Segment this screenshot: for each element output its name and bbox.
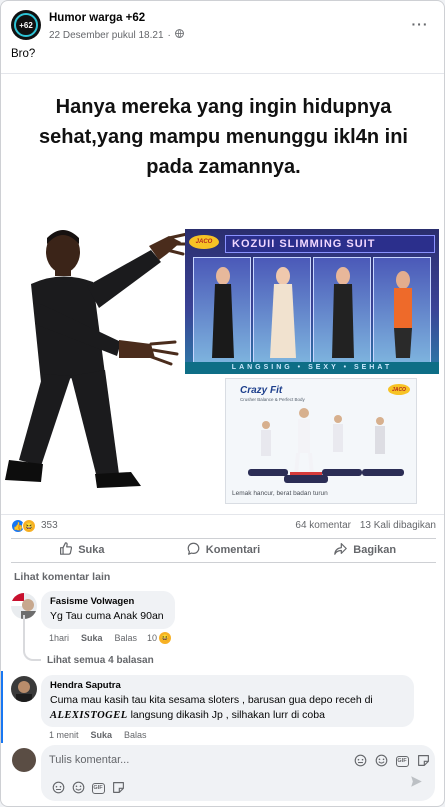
post-header: +62 Humor warga +62 22 Desember pukul 18… (11, 10, 436, 42)
divider (11, 562, 436, 563)
like-button[interactable]: Suka (11, 539, 153, 560)
model-panel (313, 257, 371, 367)
page-avatar[interactable]: +62 (11, 10, 41, 40)
fitness-people-figure (248, 408, 404, 483)
avatar-sticker-icon[interactable] (353, 753, 367, 767)
sticker-icon[interactable] (111, 780, 125, 794)
new-comment-indicator (1, 671, 3, 743)
globe-icon (174, 29, 184, 41)
post-timestamp[interactable]: 22 Desember pukul 18.21 (49, 30, 164, 41)
model-panel (253, 257, 311, 367)
slimming-suit-ad: JACO KOZUII SLIMMING SUIT LANGSING • SEX… (185, 229, 439, 374)
comment-bubble-icon (187, 542, 200, 558)
post-caption: Bro? (11, 48, 36, 60)
user-avatar[interactable] (12, 748, 36, 772)
ad-caption: Lemak hancur, berat badan turun (232, 490, 328, 497)
post-meta: 22 Desember pukul 18.21 · (49, 29, 184, 41)
ad-title: KOZUII SLIMMING SUIT (225, 235, 435, 253)
page-name[interactable]: Humor warga +62 (49, 12, 145, 24)
comment-bubble: Hendra Saputra Cuma mau kasih tau kita s… (41, 675, 414, 727)
more-options-icon[interactable]: ··· (410, 14, 430, 34)
emoji-icon[interactable] (71, 780, 85, 794)
share-count[interactable]: 13 Kali dibagikan (360, 520, 436, 531)
comment-meta: 1hari Suka Balas (49, 633, 137, 643)
view-replies-link[interactable]: Lihat semua 4 balasan (47, 655, 154, 666)
reaction-count[interactable]: 353 (41, 520, 58, 531)
post-actions: Suka Komentari Bagikan (11, 538, 436, 560)
comment-like-link[interactable]: Suka (81, 633, 103, 643)
post-image[interactable]: Hanya mereka yang ingin hidupnya sehat,y… (1, 73, 444, 515)
share-arrow-icon (334, 542, 348, 558)
comment-text: Yg Tau cuma Anak 90an (50, 610, 164, 622)
avatar-badge: +62 (14, 13, 38, 37)
model-panel (193, 257, 251, 367)
comment-count[interactable]: 64 komentar (295, 520, 351, 531)
haha-reaction-icon: 😆 (22, 519, 36, 533)
comment-like-link[interactable]: Suka (91, 730, 113, 740)
avatar[interactable] (11, 676, 37, 702)
comment-time[interactable]: 1hari (49, 633, 69, 643)
ad-tagline: LANGSING • SEXY • SEHAT (185, 362, 439, 374)
post-stats: 👍 😆 353 64 komentar 13 Kali dibagikan (11, 519, 436, 535)
reaction-icons[interactable]: 👍 😆 (11, 519, 36, 533)
post-card: +62 Humor warga +62 22 Desember pukul 18… (0, 0, 445, 807)
meme-title: Hanya mereka yang ingin hidupnya sehat,y… (39, 96, 408, 178)
presenting-man-figure (5, 230, 191, 488)
comment-button[interactable]: Komentari (153, 539, 295, 560)
comment-input[interactable] (49, 752, 319, 768)
share-button[interactable]: Bagikan (294, 539, 436, 560)
comment-reaction-count[interactable]: 10 😆 (147, 632, 172, 644)
comment-meta: 1 menit Suka Balas (49, 730, 147, 740)
comment-reply-link[interactable]: Balas (115, 633, 138, 643)
comment-brand-word: ALEXISTOGEL (50, 710, 128, 721)
gif-icon[interactable]: GIF (91, 781, 105, 795)
reply-thread-line (23, 615, 41, 661)
emoji-icon[interactable] (374, 753, 388, 767)
like-label: Suka (78, 543, 105, 556)
crazy-fit-ad: Crazy Fit Crusher Balance & Perfect Body… (225, 378, 417, 504)
gif-icon[interactable]: GIF (395, 754, 409, 768)
send-icon[interactable] (410, 775, 423, 793)
share-label: Bagikan (353, 543, 397, 556)
ad-brand-logo: JACO (189, 235, 219, 249)
comment-reply-link[interactable]: Balas (124, 730, 147, 740)
comment-label: Komentari (205, 543, 261, 556)
avatar-sticker-icon[interactable] (51, 780, 65, 794)
see-more-comments-link[interactable]: Lihat komentar lain (14, 571, 110, 583)
haha-reaction-icon: 😆 (159, 632, 172, 644)
comment-text: Cuma mau kasih tau kita sesama sloters ,… (50, 694, 373, 721)
thumbs-up-icon (59, 541, 73, 558)
commenter-name[interactable]: Fasisme Volwagen (50, 596, 166, 607)
comment-composer: GIF GIF (41, 745, 435, 801)
sticker-icon[interactable] (416, 753, 430, 767)
commenter-name[interactable]: Hendra Saputra (50, 680, 405, 691)
comment-bubble: Fasisme Volwagen Yg Tau cuma Anak 90an (41, 591, 175, 629)
model-panel (373, 257, 431, 367)
comment-time[interactable]: 1 menit (49, 730, 79, 740)
